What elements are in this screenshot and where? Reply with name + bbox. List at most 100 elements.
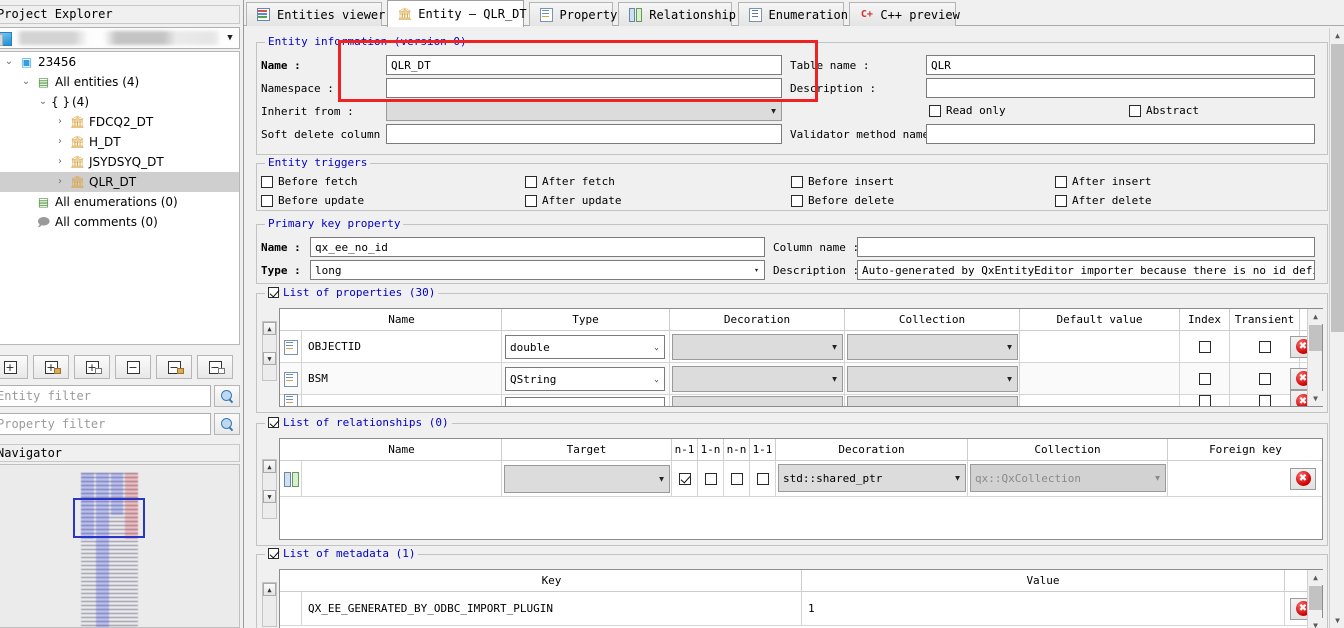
column-header-n-n[interactable]: n-n (724, 439, 750, 461)
minimap-viewport[interactable] (73, 498, 145, 538)
column-header-1-n[interactable]: 1-n (698, 439, 724, 461)
remove-property-button[interactable]: − (197, 355, 233, 379)
property-decoration-combo[interactable]: ▼ (672, 334, 843, 360)
chevron-down-icon[interactable]: ⌄ (18, 77, 34, 87)
trigger-before-fetch-checkbox[interactable]: Before fetch (261, 175, 357, 188)
read-only-checkbox[interactable]: Read only (929, 104, 1006, 117)
column-header-n-1[interactable]: n-1 (672, 439, 698, 461)
checkbox-box[interactable] (268, 417, 279, 428)
property-name-cell[interactable]: BSM (302, 363, 502, 394)
property-decoration-combo[interactable] (672, 396, 843, 406)
move-row-up-button[interactable]: ▲ (263, 322, 276, 335)
property-decoration-combo[interactable]: ▼ (672, 366, 843, 392)
scroll-up-arrow[interactable]: ▲ (1308, 570, 1323, 585)
add-entity-button[interactable]: + (0, 355, 28, 379)
metadata-table-row[interactable]: QX_EE_GENERATED_BY_ODBC_IMPORT_PLUGIN 1 ✖ (280, 592, 1322, 626)
property-collection-cell[interactable] (845, 395, 1020, 406)
tree-item-qlr-dt[interactable]: › 🏛 QLR_DT (0, 172, 239, 192)
column-header-collection[interactable]: Collection (845, 309, 1020, 331)
column-header-index[interactable]: Index (1180, 309, 1230, 331)
relationships-table-row[interactable]: ▼ std::shared_ptr ▼ qx::QxCollection ▼ ✖ (280, 461, 1322, 497)
tree-item-h-dt[interactable]: › 🏛 H_DT (0, 132, 239, 152)
inherit-from-combo[interactable]: ▼ (386, 101, 782, 121)
relationship-decoration-combo[interactable]: std::shared_ptr ▼ (778, 464, 966, 492)
metadata-table[interactable]: Key Value QX_EE_GENERATED_BY_ODBC_IMPORT_… (279, 569, 1323, 628)
column-header-name[interactable]: Name (302, 439, 502, 461)
remove-entity-button[interactable]: − (115, 355, 151, 379)
entity-filter-search-button[interactable] (214, 385, 240, 407)
column-header-1-1[interactable]: 1-1 (750, 439, 776, 461)
pk-type-combo[interactable]: long ▾ (310, 260, 765, 280)
tree-item-fdcq2-dt[interactable]: › 🏛 FDCQ2_DT (0, 112, 239, 132)
properties-table-row[interactable]: OBJECTID double ⌄ ▼ ▼ ✖ (280, 331, 1322, 363)
tab-enumeration[interactable]: Enumeration (737, 2, 848, 26)
trigger-before-delete-checkbox[interactable]: Before delete (791, 194, 894, 207)
property-default-value-cell[interactable] (1020, 395, 1180, 406)
column-header-value[interactable]: Value (802, 570, 1285, 592)
tab-property[interactable]: Property (528, 2, 617, 26)
tab-entity-qlr-dt[interactable]: 🏛 Entity – QLR_DT (387, 0, 527, 27)
properties-vertical-scrollbar[interactable]: ▲ ▼ (1307, 309, 1323, 406)
scroll-up-arrow[interactable]: ▲ (1308, 309, 1323, 324)
checkbox-box[interactable] (268, 287, 279, 298)
chevron-right-icon[interactable]: › (52, 157, 68, 167)
properties-table-row[interactable]: ✖ (280, 390, 1322, 406)
checkbox-box[interactable] (268, 548, 279, 559)
pk-name-input[interactable]: qx_ee_no_id (310, 237, 765, 257)
column-header-key[interactable]: Key (302, 570, 802, 592)
main-vertical-scrollbar[interactable]: ▲ ▼ (1329, 28, 1344, 628)
column-header-type[interactable]: Type (502, 309, 670, 331)
tab-relationship[interactable]: Relationship (618, 2, 736, 26)
column-header-collection[interactable]: Collection (968, 439, 1168, 461)
chevron-down-icon[interactable]: ▼ (221, 33, 239, 43)
chevron-right-icon[interactable]: › (52, 137, 68, 147)
namespace-input[interactable] (386, 78, 782, 98)
trigger-after-update-checkbox[interactable]: After update (525, 194, 621, 207)
property-name-cell[interactable]: OBJECTID (302, 331, 502, 362)
tree-item-4[interactable]: ⌄{ } (4) (0, 92, 239, 112)
trigger-before-insert-checkbox[interactable]: Before insert (791, 175, 894, 188)
relationships-table[interactable]: Name Target n-1 1-n n-n 1-1 Decoration Collecti… (279, 438, 1323, 540)
move-row-down-button[interactable]: ▼ (263, 352, 276, 365)
column-header-transient[interactable]: Transient (1230, 309, 1300, 331)
property-index-checkbox[interactable] (1180, 363, 1230, 394)
relationship-n-n-checkbox[interactable] (724, 461, 750, 496)
trigger-before-update-checkbox[interactable]: Before update (261, 194, 364, 207)
add-entity-db-button[interactable]: + (33, 355, 69, 379)
property-filter-search-button[interactable] (214, 413, 240, 435)
pk-description-input[interactable]: Auto-generated by QxEntityEditor importe… (857, 260, 1315, 280)
relationship-name-cell[interactable] (302, 461, 502, 496)
metadata-vertical-scrollbar[interactable]: ▲ ▼ (1307, 570, 1323, 628)
property-name-cell[interactable] (302, 395, 502, 406)
entity-filter-input[interactable]: Entity filter (0, 385, 211, 407)
scroll-down-arrow[interactable]: ▼ (1330, 613, 1344, 628)
property-type-combo[interactable]: QString ⌄ (505, 367, 665, 391)
property-type-combo[interactable]: double ⌄ (505, 335, 665, 359)
column-header-decoration[interactable]: Decoration (670, 309, 845, 331)
trigger-after-insert-checkbox[interactable]: After insert (1055, 175, 1151, 188)
chevron-down-icon[interactable]: ⌄ (35, 97, 51, 107)
scrollbar-thumb[interactable] (1331, 44, 1344, 332)
property-default-value-cell[interactable] (1020, 331, 1180, 362)
entity-description-input[interactable] (926, 78, 1315, 98)
tree-item-all-comments-0[interactable]: 🗩 All comments (0) (0, 212, 239, 232)
relationship-n-1-checkbox[interactable] (672, 461, 698, 496)
abstract-checkbox[interactable]: Abstract (1129, 104, 1199, 117)
list-of-properties-title[interactable]: List of properties (30) (265, 286, 439, 299)
property-index-checkbox[interactable] (1180, 331, 1230, 362)
relationship-target-combo[interactable]: ▼ (504, 465, 670, 493)
property-collection-combo[interactable] (847, 396, 1018, 406)
column-header-decoration[interactable]: Decoration (776, 439, 968, 461)
scroll-down-arrow[interactable]: ▼ (1308, 618, 1323, 628)
metadata-row-mover[interactable]: ▲ (262, 582, 277, 627)
entity-name-input[interactable]: QLR_DT (386, 55, 782, 75)
move-row-up-button[interactable]: ▲ (263, 460, 276, 473)
tree-item-jsydsyq-dt[interactable]: › 🏛 JSYDSYQ_DT (0, 152, 239, 172)
relationships-row-mover[interactable]: ▲ ▼ (262, 459, 277, 519)
soft-delete-column-input[interactable] (386, 124, 782, 144)
project-tree[interactable]: ⌄ ▣ 23456 ⌄ ▤ All entities (4) ⌄{ } (4) › 🏛 FDCQ2_… (0, 51, 240, 345)
property-default-value-cell[interactable] (1020, 363, 1180, 394)
property-index-checkbox[interactable] (1180, 395, 1230, 406)
trigger-after-fetch-checkbox[interactable]: After fetch (525, 175, 615, 188)
column-header-name[interactable]: Name (302, 309, 502, 331)
